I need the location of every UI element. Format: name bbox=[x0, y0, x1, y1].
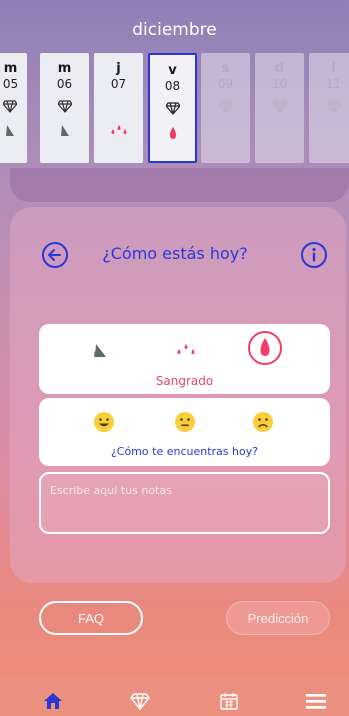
day-number: 10 bbox=[271, 77, 288, 91]
info-icon[interactable] bbox=[300, 241, 328, 269]
day-number: 11 bbox=[325, 77, 342, 91]
faq-button[interactable]: FAQ bbox=[39, 601, 143, 635]
diamond-icon bbox=[0, 95, 27, 117]
sad-face-icon[interactable] bbox=[251, 410, 275, 434]
day-cell-08-selected[interactable]: v 08 bbox=[148, 53, 197, 163]
month-title: diciembre bbox=[132, 20, 217, 40]
blood-drop-icon bbox=[150, 119, 195, 147]
day-strip[interactable]: m 05 m 06 j 07 v 08 s 09 d 10 l 11 bbox=[0, 50, 349, 166]
home-icon[interactable] bbox=[40, 690, 66, 712]
bottom-tab-bar bbox=[0, 678, 349, 716]
day-cell-07[interactable]: j 07 bbox=[94, 53, 143, 163]
spotting-icon[interactable] bbox=[87, 338, 113, 364]
bleeding-label: Sangrado bbox=[155, 374, 214, 388]
mood-panel: ¿Cómo te encuentras hoy? bbox=[39, 398, 330, 466]
day-name: m bbox=[57, 61, 72, 76]
day-cell-05[interactable]: m 05 bbox=[0, 53, 27, 163]
diamond-icon bbox=[255, 95, 304, 117]
heavy-bleeding-icon-selected[interactable] bbox=[247, 330, 283, 366]
neutral-face-icon[interactable] bbox=[173, 410, 197, 434]
day-number: 06 bbox=[56, 77, 73, 91]
back-arrow-icon[interactable] bbox=[41, 241, 69, 269]
diamond-icon bbox=[201, 95, 250, 117]
leaf-drop-icon bbox=[0, 117, 27, 145]
day-number: 05 bbox=[2, 77, 19, 91]
notes-field[interactable]: Escribe aquí tus notas bbox=[39, 472, 330, 534]
day-cell-11[interactable]: l 11 bbox=[309, 53, 349, 163]
day-name: v bbox=[168, 63, 177, 78]
diamond-icon bbox=[40, 95, 89, 117]
menu-icon[interactable] bbox=[303, 690, 329, 712]
page-title: ¿Cómo estás hoy? bbox=[102, 244, 248, 263]
happy-face-icon[interactable] bbox=[92, 410, 116, 434]
calendar-icon[interactable] bbox=[216, 690, 242, 712]
day-cell-09[interactable]: s 09 bbox=[201, 53, 250, 163]
diamond-icon[interactable] bbox=[127, 690, 153, 712]
day-number: 09 bbox=[217, 77, 234, 91]
day-cell-10[interactable]: d 10 bbox=[255, 53, 304, 163]
prediction-button[interactable]: Predicción bbox=[226, 601, 330, 635]
diamond-icon bbox=[309, 95, 349, 117]
day-number: 08 bbox=[164, 79, 181, 93]
bleeding-panel: Sangrado bbox=[39, 324, 330, 394]
day-name: m bbox=[3, 61, 18, 76]
day-number: 07 bbox=[110, 77, 127, 91]
diamond-icon bbox=[150, 97, 195, 119]
light-bleeding-icon[interactable] bbox=[171, 338, 201, 364]
day-name: j bbox=[116, 61, 121, 76]
leaf-drop-icon bbox=[40, 117, 89, 145]
mood-label: ¿Cómo te encuentras hoy? bbox=[110, 445, 259, 458]
day-name: s bbox=[221, 61, 230, 76]
day-cell-06[interactable]: m 06 bbox=[40, 53, 89, 163]
blood-drops-icon bbox=[94, 117, 143, 145]
day-name: d bbox=[274, 61, 285, 76]
strip-shadow bbox=[10, 168, 349, 202]
day-name: l bbox=[331, 61, 336, 76]
